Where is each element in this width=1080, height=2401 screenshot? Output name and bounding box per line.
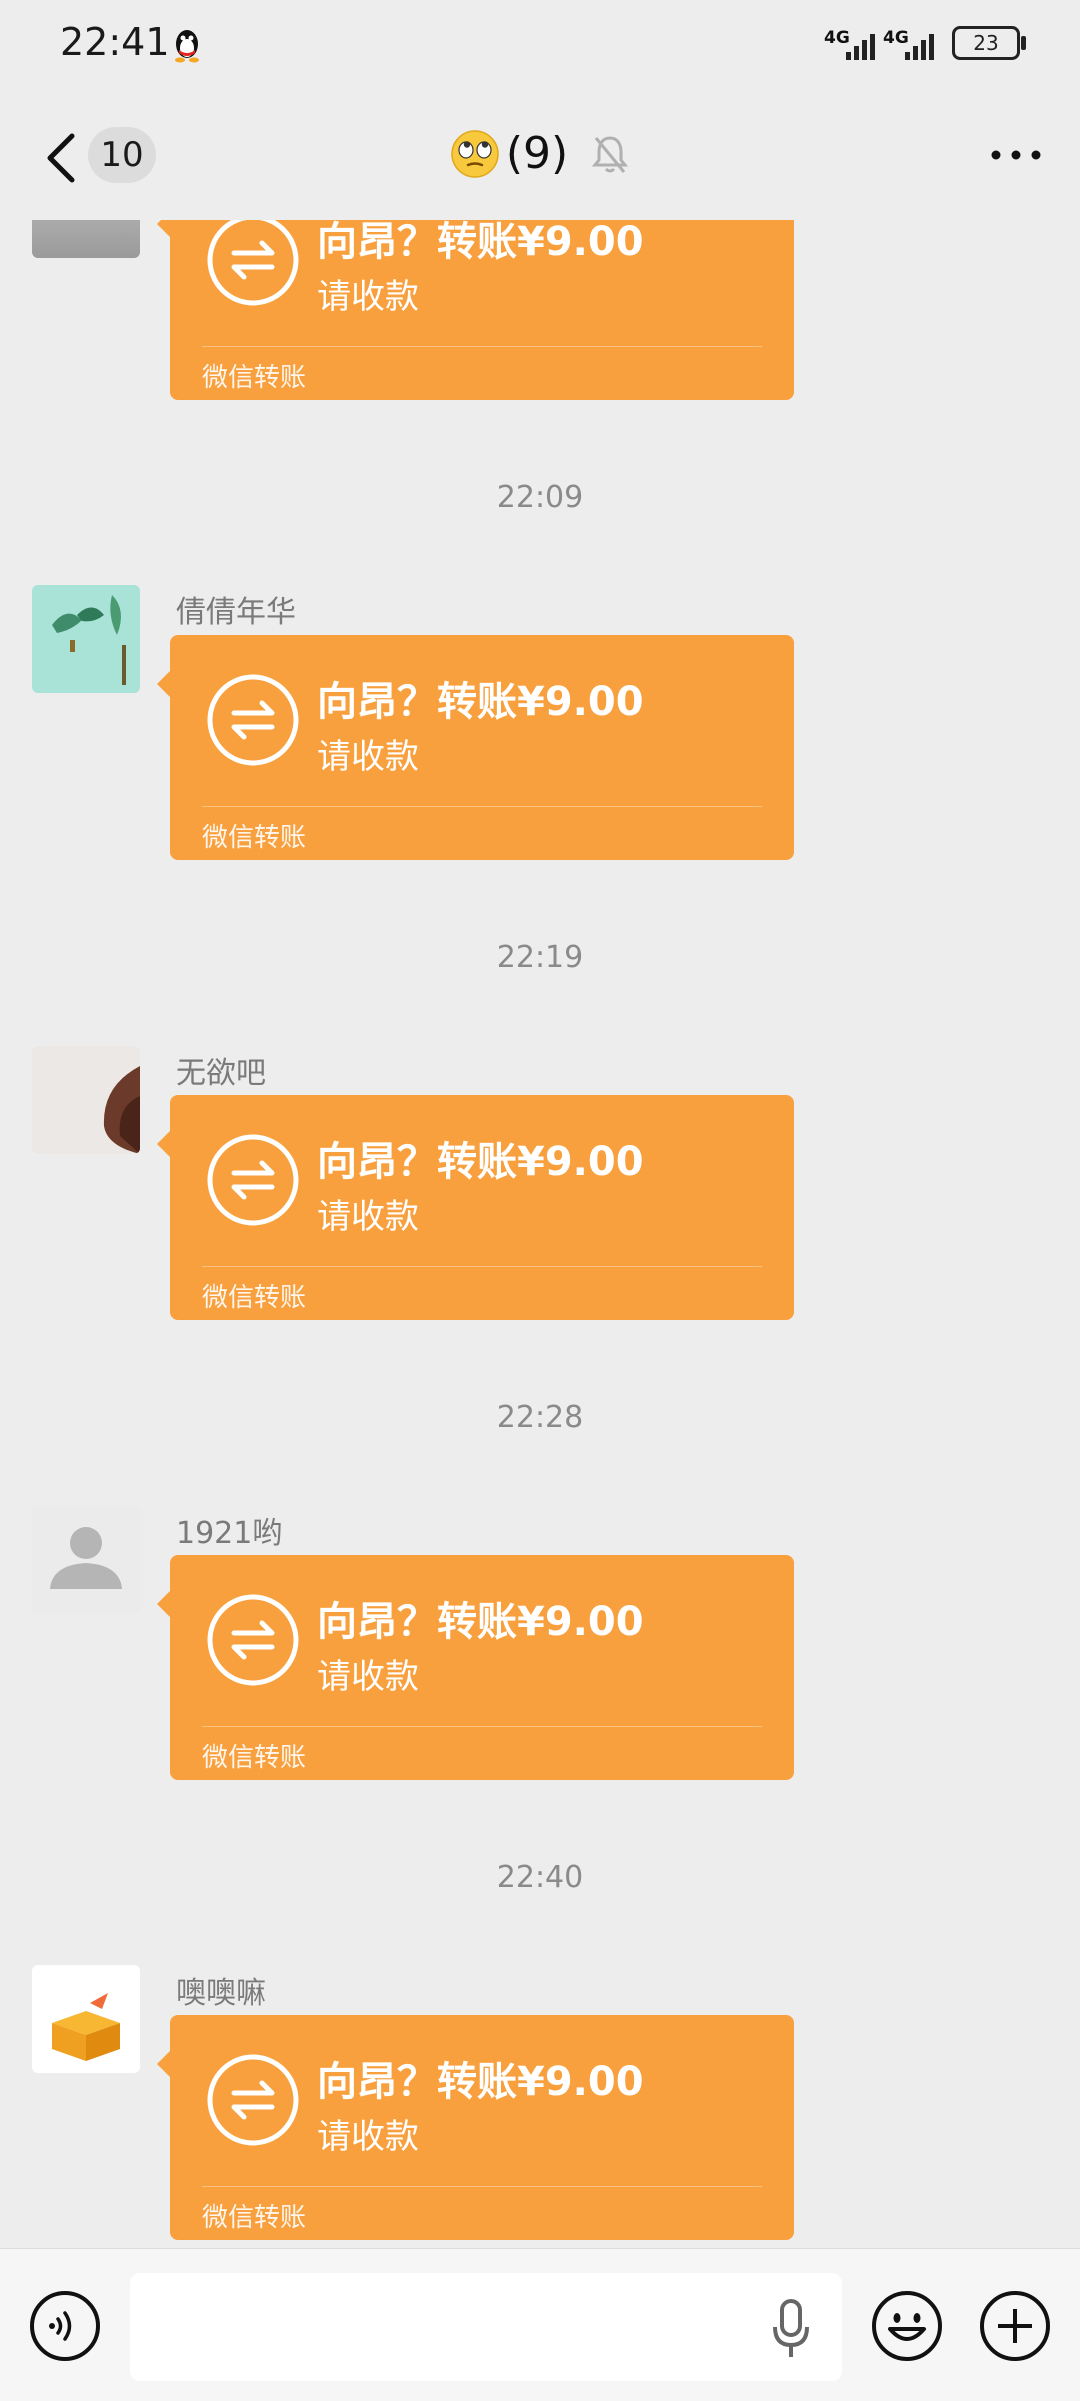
message-timestamp: 22:09 xyxy=(496,480,584,515)
signal-strength-icon: 4G xyxy=(824,28,875,60)
qq-penguin-icon xyxy=(175,30,199,63)
plant-photo-icon xyxy=(32,585,140,693)
sender-name: 噢噢嘛 xyxy=(176,1976,266,2011)
group-member-count: (9) xyxy=(505,128,569,179)
voice-mode-icon[interactable] xyxy=(28,2289,102,2363)
hair-photo-icon xyxy=(32,1046,140,1154)
transfer-card[interactable]: 向昂？转账¥9.00 请收款 微信转账 xyxy=(157,635,794,860)
status-bar: 22:41 4G 4G 23 xyxy=(0,0,1080,90)
transfer-title: 向昂？转账¥9.00 xyxy=(317,1139,644,1185)
default-person-icon xyxy=(32,1505,140,1613)
divider xyxy=(202,1726,762,1727)
signal-indicators: 4G 4G 23 xyxy=(824,26,1026,60)
transfer-subtitle: 请收款 xyxy=(317,2117,419,2157)
sender-name: 1921哟 xyxy=(176,1516,283,1551)
transfer-exchange-icon xyxy=(207,220,299,306)
muted-bell-icon xyxy=(592,135,629,173)
battery-icon: 23 xyxy=(952,26,1026,60)
transfer-exchange-icon xyxy=(207,1594,299,1686)
microphone-icon[interactable] xyxy=(770,2297,812,2361)
plus-more-icon[interactable] xyxy=(978,2289,1052,2363)
emoji-picker-icon[interactable] xyxy=(870,2289,944,2363)
avatar[interactable] xyxy=(32,585,140,693)
transfer-exchange-icon xyxy=(207,1134,299,1226)
transfer-subtitle: 请收款 xyxy=(317,1657,419,1697)
status-time: 22:41 xyxy=(60,20,170,64)
transfer-footer: 微信转账 xyxy=(202,363,307,393)
message-list[interactable]: 向昂？转账¥9.00 请收款 微信转账 22:09 倩倩年华 向昂？转账¥9.0… xyxy=(0,220,1080,2250)
message-timestamp: 22:40 xyxy=(496,1860,584,1895)
transfer-footer: 微信转账 xyxy=(202,1283,307,1313)
transfer-card[interactable]: 向昂？转账¥9.00 请收款 微信转账 xyxy=(157,2015,794,2240)
transfer-title: 向昂？转账¥9.00 xyxy=(317,1599,644,1645)
avatar[interactable] xyxy=(32,1505,140,1613)
divider xyxy=(202,346,762,347)
transfer-title: 向昂？转账¥9.00 xyxy=(317,679,644,725)
transfer-card[interactable]: 向昂？转账¥9.00 请收款 微信转账 xyxy=(157,220,794,400)
avatar[interactable] xyxy=(32,220,140,258)
chat-header: 10 (9) xyxy=(0,90,1080,220)
message-timestamp: 22:28 xyxy=(496,1400,584,1435)
transfer-subtitle: 请收款 xyxy=(317,737,419,777)
transfer-subtitle: 请收款 xyxy=(317,1197,419,1237)
network-type-label: 4G xyxy=(824,28,850,48)
divider xyxy=(202,2186,762,2187)
transfer-footer: 微信转账 xyxy=(202,1743,307,1773)
avatar[interactable] xyxy=(32,1046,140,1154)
chat-title: (9) xyxy=(0,128,1080,179)
transfer-footer: 微信转账 xyxy=(202,2203,307,2233)
transfer-exchange-icon xyxy=(207,674,299,766)
transfer-title: 向昂？转账¥9.00 xyxy=(317,220,644,265)
transfer-exchange-icon xyxy=(207,2054,299,2146)
transfer-footer: 微信转账 xyxy=(202,823,307,853)
divider xyxy=(202,806,762,807)
transfer-card[interactable]: 向昂？转账¥9.00 请收款 微信转账 xyxy=(157,1555,794,1780)
transfer-title: 向昂？转账¥9.00 xyxy=(317,2059,644,2105)
signal-strength-icon: 4G xyxy=(883,28,934,60)
more-options-icon[interactable] xyxy=(986,140,1046,170)
transfer-card[interactable]: 向昂？转账¥9.00 请收款 微信转账 xyxy=(157,1095,794,1320)
rolling-eyes-emoji-icon xyxy=(451,129,499,178)
network-type-label: 4G xyxy=(883,28,909,48)
avatar[interactable] xyxy=(32,1965,140,2073)
message-timestamp: 22:19 xyxy=(496,940,584,975)
transfer-subtitle: 请收款 xyxy=(317,277,419,317)
divider xyxy=(202,1266,762,1267)
message-input[interactable] xyxy=(130,2273,842,2381)
sender-name: 倩倩年华 xyxy=(176,595,296,630)
chat-input-bar xyxy=(0,2248,1080,2401)
gift-box-icon xyxy=(32,1965,140,2073)
battery-level: 23 xyxy=(973,31,999,55)
sender-name: 无欲吧 xyxy=(176,1056,266,1091)
